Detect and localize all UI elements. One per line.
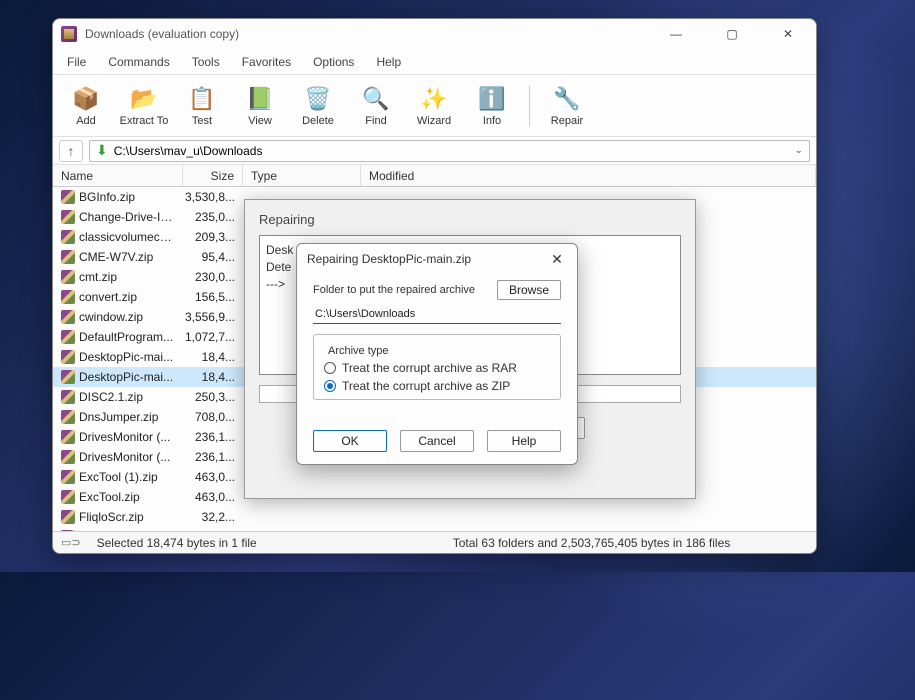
toolbtn-repair[interactable]: 🔧 Repair bbox=[540, 78, 594, 134]
radio-zip[interactable] bbox=[324, 380, 336, 392]
toolbtn-info[interactable]: ℹ️ Info bbox=[465, 78, 519, 134]
toolbtn-label: Find bbox=[365, 115, 386, 127]
wizard-icon: ✨ bbox=[420, 85, 448, 113]
archive-icon bbox=[61, 450, 75, 464]
archive-icon bbox=[61, 490, 75, 504]
up-button[interactable]: ↑ bbox=[59, 140, 83, 162]
path-combobox[interactable]: ⬇ C:\Users\mav_u\Downloads ⌄ bbox=[89, 140, 810, 162]
status-selection: Selected 18,474 bytes in 1 file bbox=[97, 536, 257, 550]
archive-icon bbox=[61, 250, 75, 264]
pathbar: ↑ ⬇ C:\Users\mav_u\Downloads ⌄ bbox=[53, 137, 816, 165]
radio-zip-row[interactable]: Treat the corrupt archive as ZIP bbox=[324, 379, 550, 393]
archive-icon bbox=[61, 470, 75, 484]
minimize-button[interactable]: — bbox=[656, 20, 696, 48]
app-icon bbox=[61, 26, 77, 42]
toolbtn-label: Add bbox=[76, 115, 96, 127]
repair-titlebar: Repairing DesktopPic-main.zip ✕ bbox=[297, 244, 577, 274]
toolbtn-view[interactable]: 📗 View bbox=[233, 78, 287, 134]
toolbtn-label: Delete bbox=[302, 115, 334, 127]
menu-help[interactable]: Help bbox=[366, 51, 411, 73]
test-icon: 📋 bbox=[188, 85, 216, 113]
ok-button[interactable]: OK bbox=[313, 430, 387, 452]
archive-icon bbox=[61, 190, 75, 204]
folder-label: Folder to put the repaired archive bbox=[313, 284, 475, 296]
toolbtn-delete[interactable]: 🗑️ Delete bbox=[291, 78, 345, 134]
folder-input[interactable] bbox=[313, 304, 561, 324]
archive-icon bbox=[61, 410, 75, 424]
toolbtn-label: Test bbox=[192, 115, 212, 127]
drive-icon: ⬇ bbox=[96, 142, 108, 159]
progress-title: Repairing bbox=[245, 200, 695, 235]
repair-title: Repairing DesktopPic-main.zip bbox=[307, 252, 471, 266]
path-text: C:\Users\mav_u\Downloads bbox=[114, 144, 263, 158]
close-button[interactable]: ✕ bbox=[768, 20, 808, 48]
delete-icon: 🗑️ bbox=[304, 85, 332, 113]
radio-zip-label: Treat the corrupt archive as ZIP bbox=[342, 379, 510, 393]
archive-icon bbox=[61, 370, 75, 384]
archive-icon bbox=[61, 330, 75, 344]
col-name-header[interactable]: Name bbox=[53, 165, 183, 186]
menubar: FileCommandsToolsFavoritesOptionsHelp bbox=[53, 49, 816, 75]
archive-type-fieldset: Archive type Treat the corrupt archive a… bbox=[313, 334, 561, 400]
maximize-button[interactable]: ▢ bbox=[712, 20, 752, 48]
toolbtn-wizard[interactable]: ✨ Wizard bbox=[407, 78, 461, 134]
toolbtn-find[interactable]: 🔍 Find bbox=[349, 78, 403, 134]
find-icon: 🔍 bbox=[362, 85, 390, 113]
radio-rar-label: Treat the corrupt archive as RAR bbox=[342, 361, 517, 375]
help-button[interactable]: Help bbox=[487, 430, 561, 452]
archive-icon bbox=[61, 350, 75, 364]
statusbar: ▭⊃ Selected 18,474 bytes in 1 file Total… bbox=[53, 531, 816, 553]
archive-icon bbox=[61, 230, 75, 244]
toolbtn-label: Wizard bbox=[417, 115, 451, 127]
status-total: Total 63 folders and 2,503,765,405 bytes… bbox=[273, 536, 808, 550]
add-icon: 📦 bbox=[72, 85, 100, 113]
titlebar: Downloads (evaluation copy) — ▢ ✕ bbox=[53, 19, 816, 49]
toolbtn-label: Extract To bbox=[120, 115, 169, 127]
archive-icon bbox=[61, 510, 75, 524]
menu-file[interactable]: File bbox=[57, 51, 96, 73]
menu-favorites[interactable]: Favorites bbox=[232, 51, 301, 73]
toolbtn-test[interactable]: 📋 Test bbox=[175, 78, 229, 134]
archive-icon bbox=[61, 430, 75, 444]
list-header: Name Size Type Modified bbox=[53, 165, 816, 187]
browse-button[interactable]: Browse bbox=[497, 280, 561, 300]
archive-icon bbox=[61, 290, 75, 304]
chevron-down-icon[interactable]: ⌄ bbox=[795, 145, 803, 156]
toolbtn-extract-to[interactable]: 📂 Extract To bbox=[117, 78, 171, 134]
toolbtn-add[interactable]: 📦 Add bbox=[59, 78, 113, 134]
repair-dialog: Repairing DesktopPic-main.zip ✕ Folder t… bbox=[296, 243, 578, 465]
toolbar: 📦 Add 📂 Extract To 📋 Test 📗 View 🗑️ Delete 🔍 Find ✨ W… bbox=[53, 75, 816, 137]
col-size-header[interactable]: Size bbox=[183, 165, 243, 186]
archive-icon bbox=[61, 390, 75, 404]
menu-commands[interactable]: Commands bbox=[98, 51, 179, 73]
info-icon: ℹ️ bbox=[478, 85, 506, 113]
archive-type-label: Archive type bbox=[324, 345, 393, 357]
status-icon: ▭⊃ bbox=[61, 536, 81, 549]
col-type-header[interactable]: Type bbox=[243, 165, 361, 186]
radio-rar[interactable] bbox=[324, 362, 336, 374]
toolbtn-label: Repair bbox=[551, 115, 583, 127]
cancel-button[interactable]: Cancel bbox=[400, 430, 474, 452]
toolbtn-label: View bbox=[248, 115, 272, 127]
radio-rar-row[interactable]: Treat the corrupt archive as RAR bbox=[324, 361, 550, 375]
repair-close-button[interactable]: ✕ bbox=[547, 249, 567, 269]
col-modified-header[interactable]: Modified bbox=[361, 165, 816, 186]
menu-options[interactable]: Options bbox=[303, 51, 364, 73]
extract-to-icon: 📂 bbox=[130, 85, 158, 113]
archive-icon bbox=[61, 210, 75, 224]
archive-icon bbox=[61, 270, 75, 284]
file-row[interactable]: FliqloScr.zip32,2... bbox=[53, 507, 816, 527]
repair-icon: 🔧 bbox=[553, 85, 581, 113]
archive-icon bbox=[61, 310, 75, 324]
window-title: Downloads (evaluation copy) bbox=[85, 27, 656, 41]
menu-tools[interactable]: Tools bbox=[182, 51, 230, 73]
toolbtn-label: Info bbox=[483, 115, 501, 127]
view-icon: 📗 bbox=[246, 85, 274, 113]
